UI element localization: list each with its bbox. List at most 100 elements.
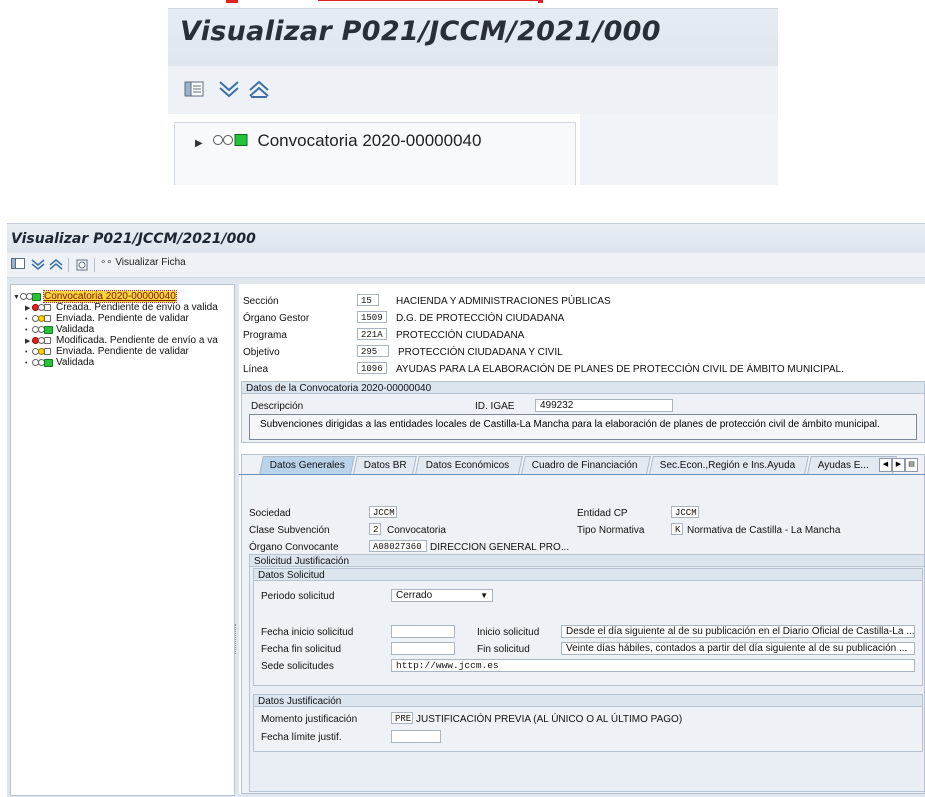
organo-convocante-code: A08027360 — [369, 540, 427, 552]
tab-label: Datos BR — [363, 460, 407, 471]
sede-field[interactable]: http://www.jccm.es — [391, 659, 915, 672]
tree-node-label: Convocatoria 2020-00000040 — [43, 290, 177, 303]
glasses-icon: ∘∘ — [100, 257, 113, 268]
details-icon[interactable] — [11, 258, 25, 272]
fecha-limite-field[interactable] — [391, 730, 441, 743]
tree-node-status[interactable]: • Enviada. Pendiente de validar — [25, 313, 189, 324]
expand-all-icon[interactable] — [218, 79, 240, 99]
fecha-inicio-field[interactable] — [391, 625, 455, 638]
linea-code: 1096 — [357, 362, 387, 374]
seccion-code: 15 — [357, 294, 379, 306]
tab-label: Ayudas E... — [817, 460, 869, 471]
tree-node-convocatoria[interactable]: ▼ Convocatoria 2020-00000040 — [13, 290, 177, 303]
visualizar-ficha-label: Visualizar Ficha — [115, 257, 186, 268]
bullet-icon: • — [25, 349, 28, 356]
bullet-icon: • — [25, 327, 28, 334]
tab-label: Sec.Econ.,Región e Ins.Ayuda — [659, 460, 796, 471]
bullet-icon: • — [25, 360, 28, 367]
visualizar-ficha-button[interactable]: ∘∘ Visualizar Ficha — [100, 257, 186, 273]
periodo-label: Periodo solicitud — [261, 591, 335, 602]
organo-code: 1509 — [357, 311, 387, 323]
expand-arrow-icon[interactable]: ▶ — [195, 138, 203, 149]
status-lights-icon — [32, 325, 53, 334]
display-object-icon[interactable] — [75, 258, 89, 272]
tree-node-label: Enviada. Pendiente de validar — [56, 313, 189, 324]
descripcion-textarea[interactable]: Subvenciones dirigidas a las entidades l… — [249, 414, 917, 440]
objetivo-label: Objetivo — [243, 347, 280, 358]
tree-node-status[interactable]: • Validada — [25, 324, 94, 335]
collapse-all-icon[interactable] — [248, 79, 270, 99]
content-panel — [580, 114, 778, 185]
programa-text: PROTECCIÓN CIUDADANA — [396, 330, 525, 341]
tree-node-label: Validada — [56, 324, 95, 335]
tree-node-label: Modificada. Pendiente de envío a va — [56, 335, 218, 346]
tab-list-icon[interactable]: ▤ — [905, 458, 918, 472]
red-mark — [226, 0, 238, 3]
tree-node-status[interactable]: • Validada — [25, 357, 94, 368]
periodo-value: Cerrado — [396, 590, 433, 601]
tree-node-label: Validada — [56, 357, 95, 368]
sociedad-label: Sociedad — [249, 508, 291, 519]
expand-arrow-icon[interactable]: ▶ — [25, 337, 32, 345]
page-title: Visualizar P021/JCCM/2021/000 — [11, 231, 256, 247]
datos-solicitud-title: Datos Solicitud — [253, 568, 923, 581]
separator — [68, 258, 69, 272]
programa-code: 221A — [357, 328, 387, 340]
periodo-select[interactable]: Cerrado ▼ — [391, 589, 493, 602]
tree-node-label: Creada. Pendiente de envío a valida — [56, 302, 218, 313]
expand-arrow-icon[interactable]: ▶ — [25, 304, 32, 312]
splitter-handle[interactable] — [235, 624, 238, 654]
tab-scroll-left-icon[interactable]: ◀ — [879, 458, 892, 472]
objetivo-text: PROTECCIÓN CIUDADANA Y CIVIL — [398, 347, 563, 358]
entidad-label: Entidad CP — [577, 508, 628, 519]
collapse-all-icon[interactable] — [49, 258, 63, 272]
linea-text: AYUDAS PARA LA ELABORACIÓN DE PLANES DE … — [396, 364, 844, 375]
momento-code: PRE — [391, 712, 413, 724]
linea-label: Línea — [243, 364, 269, 375]
status-lights-icon — [20, 292, 41, 301]
fin-solicitud-label: Fin solicitud — [477, 644, 530, 655]
tree-node-status[interactable]: ▶ Creada. Pendiente de envío a valida — [25, 302, 218, 313]
tree-node-label: Convocatoria 2020-00000040 — [257, 131, 482, 150]
fecha-limite-label: Fecha límite justif. — [261, 732, 342, 743]
fecha-fin-field[interactable] — [391, 642, 455, 655]
sociedad-value: JCCM — [369, 506, 397, 518]
inicio-solicitud-field[interactable]: Desde el día siguiente al de su publicac… — [561, 625, 915, 638]
tree-node-convocatoria[interactable]: ▶ Convocatoria 2020-00000040 — [195, 131, 481, 151]
tab-label: Cuadro de Financiación — [531, 460, 638, 471]
tab-0[interactable]: Datos Generales — [259, 456, 355, 474]
main-window: Visualizar P021/JCCM/2021/000 ∘∘ Visuali… — [7, 223, 925, 797]
expand-all-icon[interactable] — [31, 258, 45, 272]
clase-text: Convocatoria — [387, 525, 446, 536]
entidad-value: JCCM — [671, 506, 699, 518]
clase-code: 2 — [369, 523, 381, 535]
status-lights-icon — [32, 358, 53, 367]
dropdown-arrow-icon: ▼ — [480, 591, 488, 600]
objetivo-code: 295 — [357, 345, 389, 357]
tab-2[interactable]: Datos Económicos — [415, 456, 523, 474]
red-mark — [538, 0, 543, 3]
organo-convocante-label: Órgano Convocante — [249, 542, 339, 553]
tree-node-status[interactable]: • Enviada. Pendiente de validar — [25, 346, 189, 357]
descripcion-label: Descripción — [251, 401, 304, 412]
organo-convocante-text: DIRECCION GENERAL PRO... — [430, 542, 570, 553]
tipo-label: Tipo Normativa — [577, 525, 645, 536]
igae-field: 499232 — [535, 399, 673, 412]
fecha-fin-label: Fecha fin solicitud — [261, 644, 342, 655]
tab-3[interactable]: Cuadro de Financiación — [521, 456, 651, 474]
status-lights-icon — [32, 303, 53, 312]
seccion-text: HACIENDA Y ADMINISTRACIONES PÚBLICAS — [396, 296, 611, 307]
tipo-text: Normativa de Castilla - La Mancha — [687, 525, 841, 536]
fin-solicitud-field[interactable]: Veinte días hábiles, contados a partir d… — [561, 642, 915, 655]
details-icon[interactable] — [184, 81, 204, 97]
tipo-code: K — [671, 523, 683, 535]
inicio-solicitud-label: Inicio solicitud — [477, 627, 540, 638]
expand-arrow-icon[interactable]: ▼ — [13, 294, 20, 301]
tab-scroll-right-icon[interactable]: ▶ — [892, 458, 905, 472]
tab-4[interactable]: Sec.Econ.,Región e Ins.Ayuda — [649, 456, 809, 474]
sede-label: Sede solicitudes — [261, 661, 334, 672]
status-lights-icon — [32, 314, 53, 323]
tree-node-status[interactable]: ▶ Modificada. Pendiente de envío a va — [25, 335, 218, 346]
datos-convocatoria-title: Datos de la Convocatoria 2020-00000040 — [241, 381, 925, 394]
tab-1[interactable]: Datos BR — [353, 456, 417, 474]
